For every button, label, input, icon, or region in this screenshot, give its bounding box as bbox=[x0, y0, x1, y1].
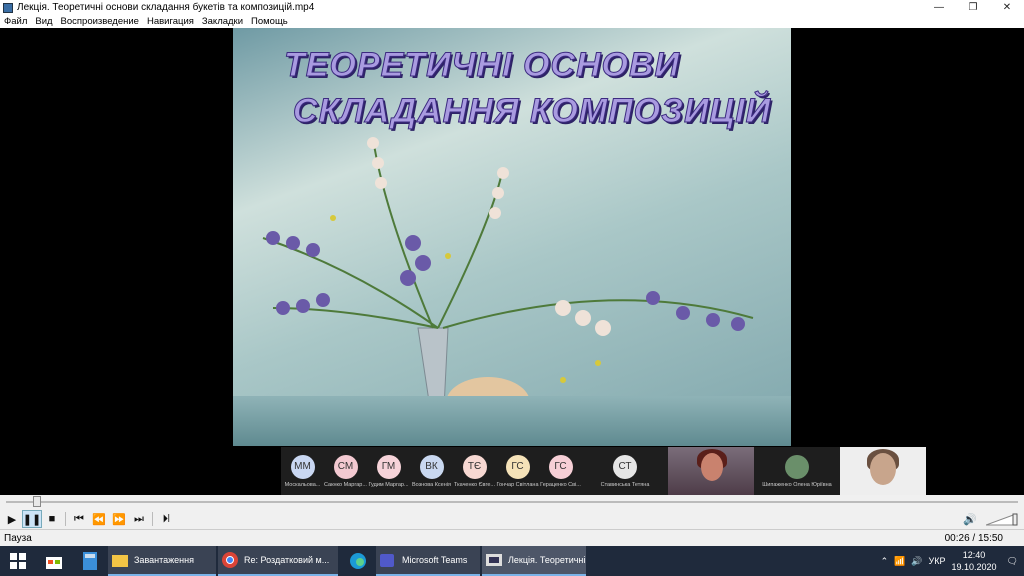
stop-button[interactable]: ■ bbox=[42, 510, 62, 528]
participant-video[interactable] bbox=[668, 447, 754, 495]
table-surface bbox=[233, 396, 791, 446]
network-icon[interactable]: 📶 bbox=[894, 556, 905, 567]
time-display: 00:26 / 15:50 bbox=[944, 532, 1003, 544]
avatar: ММ bbox=[290, 454, 315, 479]
seek-track[interactable] bbox=[6, 501, 1018, 503]
teams-icon bbox=[380, 554, 394, 567]
avatar: ГС bbox=[548, 454, 573, 479]
slide-title-line1: ТЕОРЕТИЧНІ ОСНОВИ bbox=[284, 46, 680, 85]
flower-bouquet-image bbox=[262, 137, 754, 446]
seek-thumb[interactable] bbox=[33, 496, 42, 507]
participant-video[interactable] bbox=[840, 447, 926, 495]
previous-icon[interactable]: ⏮ bbox=[69, 510, 89, 528]
minimize-button[interactable]: — bbox=[922, 0, 956, 15]
participant-name: Сакнко Маргар... bbox=[324, 481, 367, 488]
clock-time: 12:40 bbox=[962, 550, 986, 560]
close-button[interactable]: ✕ bbox=[990, 0, 1024, 15]
avatar: ГМ bbox=[376, 454, 401, 479]
volume-icon[interactable]: 🔊 bbox=[960, 510, 980, 528]
slide: ТЕОРЕТИЧНІ ОСНОВИ СКЛАДАННЯ КОМПОЗИЦІЙ bbox=[233, 28, 791, 446]
participant-tile[interactable]: Шипаженко Олена Юріївна bbox=[754, 447, 840, 495]
app-icon bbox=[3, 2, 13, 13]
windows-icon bbox=[10, 553, 26, 569]
chrome-icon bbox=[222, 552, 238, 568]
play-status: Пауза bbox=[4, 532, 32, 544]
participant-name: Гераценко Сві... bbox=[540, 481, 581, 488]
start-button[interactable] bbox=[0, 546, 36, 576]
seek-bar[interactable] bbox=[0, 495, 1024, 509]
fast-forward-icon[interactable]: ⏩ bbox=[109, 510, 129, 528]
participant-tile[interactable]: ТЄ Ткаченко Євге... bbox=[453, 447, 496, 495]
separator bbox=[152, 512, 153, 526]
status-bar: Пауза 00:26 / 15:50 bbox=[0, 529, 1024, 546]
media-player-icon bbox=[486, 554, 502, 566]
edge-icon[interactable] bbox=[340, 546, 376, 576]
restore-button[interactable]: ❐ bbox=[956, 0, 990, 15]
system-tray: ⌃ 📶 🔊 УКР 12:40 19.10.2020 🗨 bbox=[881, 546, 1024, 576]
title-bar: Лекція. Теоретичні основи складання буке… bbox=[0, 0, 1024, 15]
menu-file[interactable]: Файл bbox=[4, 16, 27, 27]
avatar bbox=[785, 454, 809, 479]
clock-date: 19.10.2020 bbox=[951, 562, 997, 572]
participant-tile[interactable]: ММ Москальова... bbox=[281, 447, 324, 495]
volume-tray-icon[interactable]: 🔊 bbox=[911, 556, 922, 567]
menu-help[interactable]: Помощь bbox=[251, 16, 288, 27]
task-media-player[interactable]: Лекція. Теоретичні... bbox=[482, 546, 586, 576]
participant-name: Шипаженко Олена Юріївна bbox=[762, 481, 832, 488]
participant-name: Ткаченко Євге... bbox=[453, 481, 495, 488]
menu-navigation[interactable]: Навигация bbox=[147, 16, 194, 27]
pause-button[interactable]: ❚❚ bbox=[22, 510, 42, 528]
participant-tile[interactable]: СМ Сакнко Маргар... bbox=[324, 447, 367, 495]
avatar: ВК bbox=[419, 454, 444, 479]
participant-name: Москальова... bbox=[284, 481, 321, 488]
rewind-icon[interactable]: ⏪ bbox=[89, 510, 109, 528]
participant-name: Гудим Маргар... bbox=[368, 481, 409, 488]
participant-name: Гончар Світлана bbox=[496, 481, 539, 488]
menu-view[interactable]: Вид bbox=[35, 16, 52, 27]
volume-slider[interactable] bbox=[986, 512, 1018, 526]
frame-step-icon[interactable]: ⏵❘ bbox=[156, 510, 176, 528]
video-area[interactable]: ТЕОРЕТИЧНІ ОСНОВИ СКЛАДАННЯ КОМПОЗИЦІЙ М… bbox=[0, 28, 1024, 495]
language-indicator[interactable]: УКР bbox=[929, 556, 946, 566]
window-title: Лекція. Теоретичні основи складання буке… bbox=[17, 2, 315, 13]
participant-name: Ставинська Тетяна bbox=[600, 481, 650, 488]
avatar: ТЄ bbox=[462, 454, 487, 479]
participant-tile[interactable]: СТ Ставинська Тетяна bbox=[582, 447, 668, 495]
menu-playback[interactable]: Воспроизведение bbox=[61, 16, 139, 27]
folder-icon bbox=[112, 555, 128, 567]
participant-tile[interactable]: ГМ Гудим Маргар... bbox=[367, 447, 410, 495]
participant-name: Вознова Ксенія bbox=[412, 481, 451, 488]
participant-tile[interactable]: ВК Вознова Ксенія bbox=[410, 447, 453, 495]
notifications-icon[interactable]: 🗨 bbox=[1007, 556, 1018, 567]
play-button[interactable]: ▶ bbox=[2, 510, 22, 528]
slide-title-line2: СКЛАДАННЯ КОМПОЗИЦІЙ bbox=[292, 92, 772, 131]
separator bbox=[65, 512, 66, 526]
avatar: ГС bbox=[505, 454, 530, 479]
taskbar: Завантаження Re: Роздатковий м... Micros… bbox=[0, 546, 1024, 576]
calculator-icon[interactable] bbox=[72, 546, 108, 576]
task-downloads[interactable]: Завантаження bbox=[108, 546, 216, 576]
menu-bar: Файл Вид Воспроизведение Навигация Закла… bbox=[0, 15, 1024, 28]
store-icon[interactable] bbox=[36, 546, 72, 576]
menu-bookmarks[interactable]: Закладки bbox=[202, 16, 243, 27]
clock[interactable]: 12:40 19.10.2020 bbox=[952, 549, 997, 573]
next-icon[interactable]: ⏭ bbox=[129, 510, 149, 528]
task-teams[interactable]: Microsoft Teams bbox=[376, 546, 480, 576]
chevron-up-icon[interactable]: ⌃ bbox=[881, 556, 889, 567]
avatar: СТ bbox=[613, 454, 637, 479]
participant-tile[interactable]: ГС Гераценко Сві... bbox=[539, 447, 582, 495]
participants-strip: ММ Москальова... СМ Сакнко Маргар... ГМ … bbox=[281, 447, 926, 495]
playback-controls: ▶ ❚❚ ■ ⏮ ⏪ ⏩ ⏭ ⏵❘ 🔊 bbox=[0, 509, 1024, 529]
avatar: СМ bbox=[333, 454, 358, 479]
task-chrome[interactable]: Re: Роздатковий м... bbox=[218, 546, 338, 576]
participant-tile[interactable]: ГС Гончар Світлана bbox=[496, 447, 539, 495]
